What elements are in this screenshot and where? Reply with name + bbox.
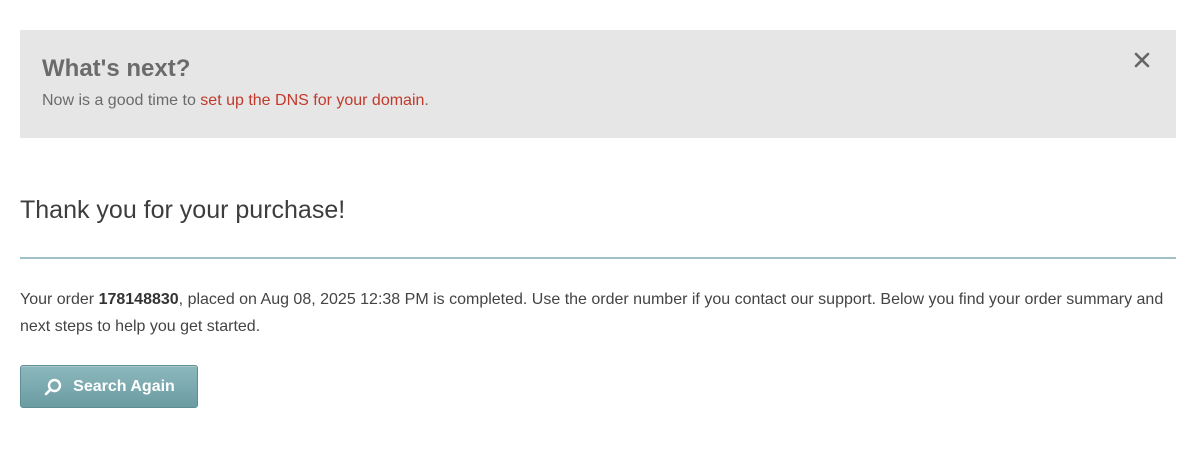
notice-text: Now is a good time to set up the DNS for… xyxy=(42,90,1154,112)
notice-text-prefix: Now is a good time to xyxy=(42,92,201,109)
whats-next-notice: What's next? Now is a good time to set u… xyxy=(20,30,1176,138)
order-number: 178148830 xyxy=(98,291,179,308)
notice-title: What's next? xyxy=(42,55,191,82)
setup-dns-link[interactable]: set up the DNS for your domain xyxy=(200,92,424,109)
order-text-suffix: , placed on Aug 08, 2025 12:38 PM is com… xyxy=(20,291,1164,335)
notice-text-suffix: . xyxy=(424,92,429,109)
close-icon xyxy=(1134,52,1150,68)
page-title: Thank you for your purchase! xyxy=(20,196,346,224)
order-text-prefix: Your order xyxy=(20,291,99,308)
search-icon xyxy=(43,377,63,397)
order-summary-text: Your order 178148830, placed on Aug 08, … xyxy=(20,286,1176,340)
search-again-button[interactable]: Search Again xyxy=(20,365,198,408)
close-notice-button[interactable] xyxy=(1130,48,1154,72)
search-again-label: Search Again xyxy=(73,377,175,395)
divider xyxy=(20,257,1176,259)
